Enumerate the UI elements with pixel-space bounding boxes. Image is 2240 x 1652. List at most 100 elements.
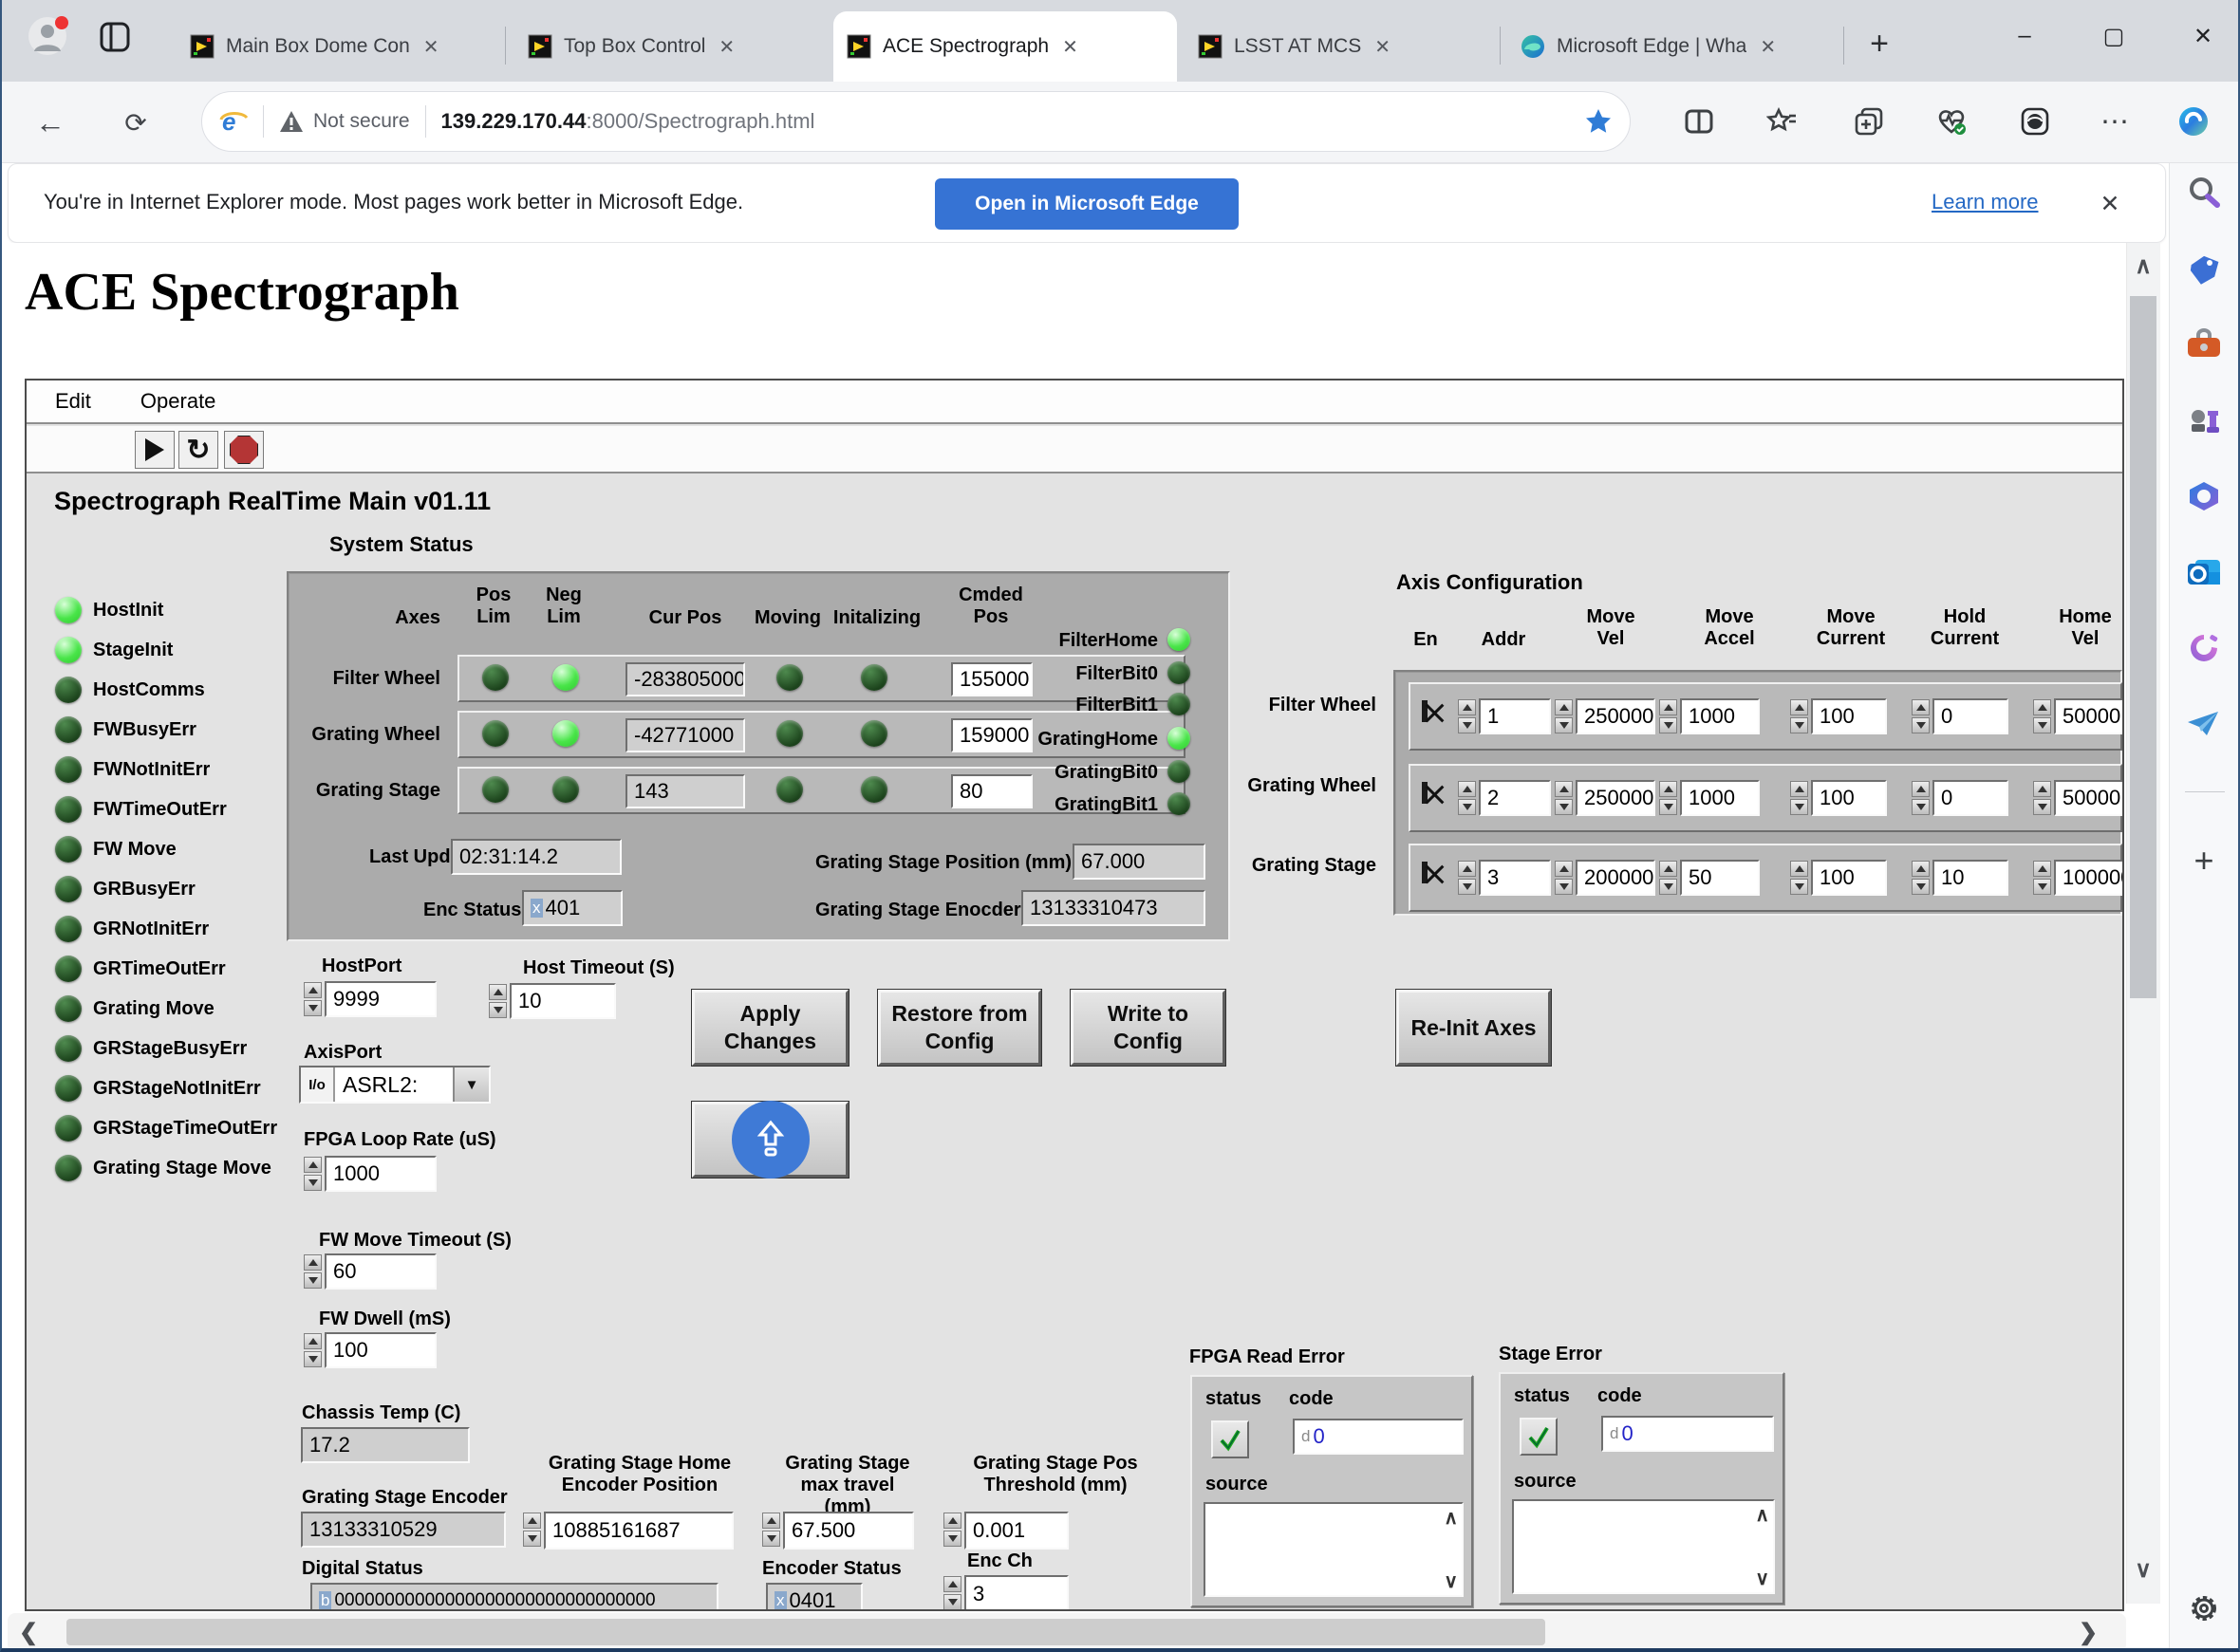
- host-timeout-field[interactable]: 10: [510, 983, 616, 1019]
- sidebar-add-icon[interactable]: +: [2178, 835, 2230, 886]
- move-current-field[interactable]: 100: [1811, 780, 1887, 816]
- learn-more-link[interactable]: Learn more: [1932, 190, 2039, 214]
- collections-icon[interactable]: [1842, 95, 1895, 148]
- sidebar-search-icon[interactable]: [2178, 167, 2230, 218]
- hostport-spinner[interactable]: [304, 982, 322, 1016]
- tab-main-box-dome[interactable]: Main Box Dome Con ✕: [177, 11, 499, 82]
- enable-checkbox[interactable]: [1422, 862, 1428, 883]
- tab-close-icon[interactable]: ✕: [1374, 35, 1391, 59]
- move-current-field[interactable]: 100: [1811, 698, 1887, 734]
- scroll-down-icon[interactable]: ∨: [1444, 1569, 1458, 1593]
- browser-essentials-icon[interactable]: [1925, 95, 1978, 148]
- profile-avatar[interactable]: [27, 15, 68, 57]
- menu-edit[interactable]: Edit: [55, 389, 91, 414]
- menu-operate[interactable]: Operate: [140, 389, 216, 414]
- favorites-icon[interactable]: [1755, 95, 1808, 148]
- move-current-spinner[interactable]: [1790, 699, 1808, 733]
- move-vel-field[interactable]: 250000: [1576, 698, 1655, 734]
- sidebar-outlook-icon[interactable]: [2178, 547, 2230, 598]
- move-accel-spinner[interactable]: [1659, 699, 1677, 733]
- split-screen-icon[interactable]: [1672, 95, 1726, 148]
- home-vel-spinner[interactable]: [2033, 861, 2051, 895]
- enable-checkbox[interactable]: [1422, 700, 1428, 722]
- enc-ch-spinner[interactable]: [943, 1576, 961, 1610]
- addr-field[interactable]: 3: [1479, 860, 1551, 896]
- home-vel-field[interactable]: 100000: [2054, 860, 2124, 896]
- apply-changes-button[interactable]: Apply Changes: [692, 990, 849, 1066]
- horizontal-scroll-thumb[interactable]: [66, 1619, 1545, 1645]
- tab-microsoft-edge[interactable]: Microsoft Edge | Wha ✕: [1507, 11, 1830, 82]
- more-menu-icon[interactable]: ⋯: [2088, 95, 2141, 148]
- tab-close-icon[interactable]: ✕: [719, 35, 735, 59]
- hold-current-spinner[interactable]: [1912, 781, 1930, 815]
- scroll-left-icon[interactable]: ❮: [11, 1615, 46, 1649]
- stop-button[interactable]: STOP: [692, 1102, 849, 1178]
- sidebar-settings-gear-icon[interactable]: [2178, 1583, 2230, 1634]
- sidebar-m365-icon[interactable]: [2178, 471, 2230, 522]
- enc-status-field[interactable]: x401: [522, 890, 623, 926]
- code-field[interactable]: d0: [1601, 1416, 1774, 1452]
- hold-current-field[interactable]: 0: [1932, 780, 2008, 816]
- hold-current-field[interactable]: 10: [1932, 860, 2008, 896]
- back-button[interactable]: ←: [27, 99, 74, 146]
- scroll-up-icon[interactable]: ∧: [1444, 1506, 1458, 1530]
- hold-current-field[interactable]: 0: [1932, 698, 2008, 734]
- hold-current-spinner[interactable]: [1912, 699, 1930, 733]
- scroll-up-icon[interactable]: ∧: [1755, 1503, 1769, 1527]
- enc-ch-field[interactable]: 3: [964, 1575, 1069, 1611]
- move-accel-field[interactable]: 1000: [1680, 698, 1760, 734]
- scroll-right-icon[interactable]: ❯: [2071, 1615, 2105, 1649]
- home-vel-spinner[interactable]: [2033, 699, 2051, 733]
- bookmark-star-icon[interactable]: [1584, 107, 1613, 136]
- addr-spinner[interactable]: [1458, 861, 1476, 895]
- reinit-axes-button[interactable]: Re-Init Axes: [1396, 990, 1551, 1066]
- hostport-field[interactable]: 9999: [325, 981, 437, 1017]
- gs-max-travel-field[interactable]: 67.500: [783, 1512, 914, 1550]
- move-accel-field[interactable]: 1000: [1680, 780, 1760, 816]
- tab-ace-spectrograph[interactable]: ACE Spectrograph ✕: [833, 11, 1177, 82]
- refresh-button[interactable]: ⟳: [112, 99, 159, 146]
- copilot-icon[interactable]: [2167, 95, 2220, 148]
- move-current-spinner[interactable]: [1790, 781, 1808, 815]
- tab-top-box-control[interactable]: Top Box Control ✕: [514, 11, 828, 82]
- home-vel-field[interactable]: 50000: [2054, 698, 2124, 734]
- scroll-down-icon[interactable]: ∨: [2126, 1552, 2160, 1587]
- source-field[interactable]: ∧ ∨: [1204, 1502, 1464, 1597]
- banner-close-icon[interactable]: ✕: [2088, 182, 2132, 226]
- workspaces-icon[interactable]: [99, 21, 131, 53]
- dropdown-arrow-icon[interactable]: ▼: [453, 1067, 489, 1102]
- home-vel-field[interactable]: 50000: [2054, 780, 2124, 816]
- sidebar-games-icon[interactable]: [2178, 395, 2230, 446]
- restore-from-config-button[interactable]: Restore from Config: [878, 990, 1041, 1066]
- fpga-loop-rate-spinner[interactable]: [304, 1157, 322, 1191]
- window-maximize-button[interactable]: ▢: [2084, 9, 2143, 63]
- sidebar-shopping-icon[interactable]: [2178, 245, 2230, 296]
- sidebar-drop-icon[interactable]: [2178, 698, 2230, 750]
- code-field[interactable]: d0: [1293, 1419, 1464, 1455]
- hold-current-spinner[interactable]: [1912, 861, 1930, 895]
- host-timeout-spinner[interactable]: [489, 984, 507, 1018]
- open-in-edge-button[interactable]: Open in Microsoft Edge: [935, 178, 1239, 230]
- status-ok-button[interactable]: [1211, 1420, 1249, 1458]
- gs-max-travel-spinner[interactable]: [762, 1513, 780, 1547]
- gs-pos-threshold-field[interactable]: 0.001: [964, 1512, 1069, 1550]
- status-ok-button[interactable]: [1520, 1418, 1558, 1456]
- move-accel-spinner[interactable]: [1659, 861, 1677, 895]
- tab-close-icon[interactable]: ✕: [423, 35, 439, 59]
- sidebar-tools-icon[interactable]: [2178, 319, 2230, 370]
- write-to-config-button[interactable]: Write to Config: [1071, 990, 1225, 1066]
- continuous-run-button[interactable]: ↻: [178, 431, 218, 469]
- axisport-combo[interactable]: I/o ASRL2: ▼: [299, 1066, 491, 1104]
- abort-button[interactable]: [224, 431, 264, 469]
- fw-dwell-spinner[interactable]: [304, 1333, 322, 1367]
- move-current-field[interactable]: 100: [1811, 860, 1887, 896]
- tab-lsst-at-mcs[interactable]: LSST AT MCS ✕: [1185, 11, 1496, 82]
- addr-spinner[interactable]: [1458, 699, 1476, 733]
- move-vel-spinner[interactable]: [1555, 699, 1573, 733]
- addr-spinner[interactable]: [1458, 781, 1476, 815]
- tab-close-icon[interactable]: ✕: [1760, 35, 1776, 59]
- move-vel-field[interactable]: 250000: [1576, 780, 1655, 816]
- gs-home-enc-field[interactable]: 10885161687: [544, 1512, 734, 1550]
- ie-mode-icon[interactable]: [2008, 95, 2062, 148]
- move-current-spinner[interactable]: [1790, 861, 1808, 895]
